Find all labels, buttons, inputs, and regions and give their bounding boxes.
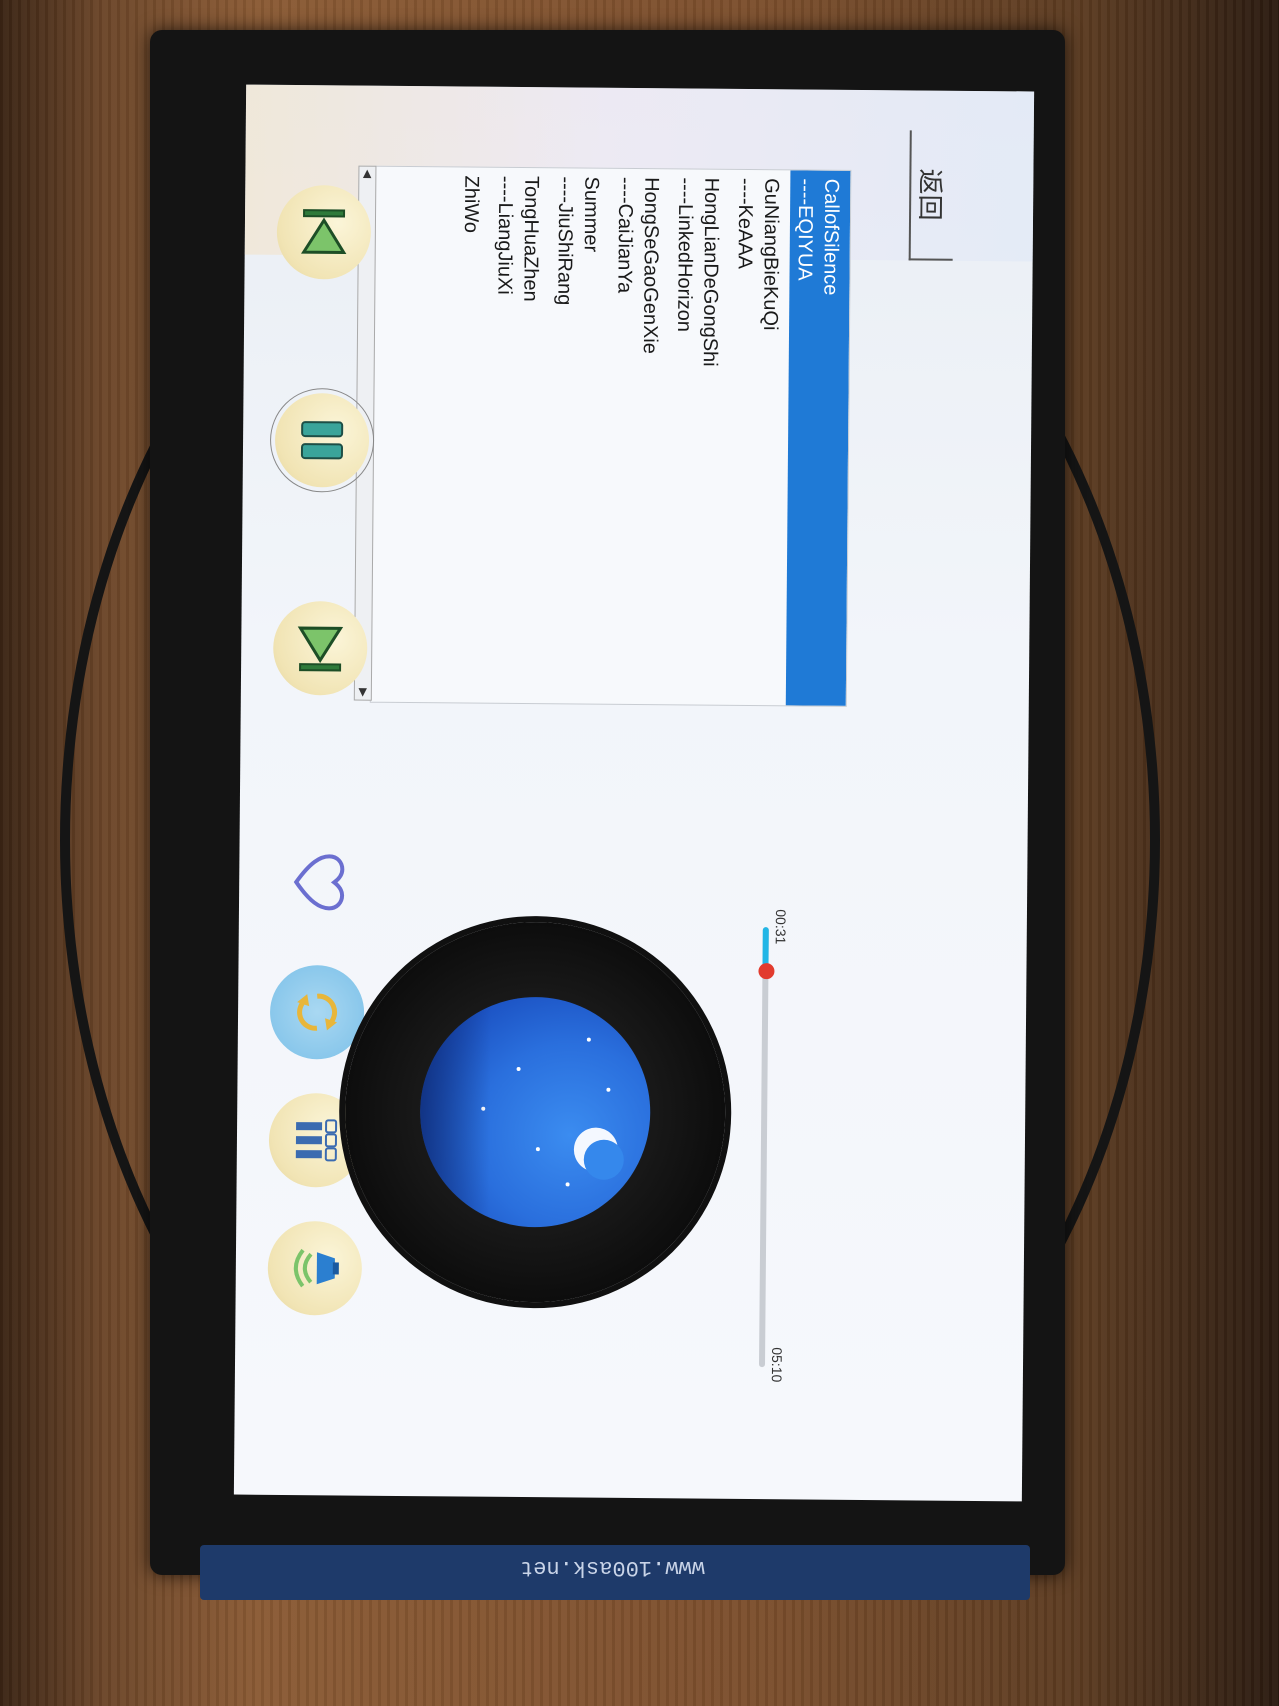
song-title: HongLianDeGongShi	[698, 177, 723, 367]
board-silkscreen: www.100ask.net	[520, 1555, 705, 1580]
song-artist: ----LiangJiuXi	[493, 175, 517, 295]
moon-shadow	[583, 1139, 624, 1180]
previous-track-icon	[300, 209, 347, 254]
playlist: CallofSilence ----EQIYUA GuNiangBieKuQi ---…	[369, 165, 852, 707]
favorite-button[interactable]	[271, 835, 366, 930]
playlist-item[interactable]: Summer ----JiuShiRang	[546, 168, 611, 704]
star	[606, 1087, 611, 1092]
current-time: 00:31	[772, 909, 789, 945]
song-artist: ----KeAAA	[733, 177, 757, 270]
total-time: 05:10	[768, 1347, 786, 1383]
album-art	[419, 996, 652, 1229]
scroll-right-icon[interactable]: ▶	[357, 688, 370, 697]
album-disc	[343, 920, 727, 1304]
playlist-item[interactable]: ZhiWo	[426, 167, 491, 703]
screen: 返回 CallofSilence ----EQIYUA GuNiangBieKuQi…	[233, 84, 1035, 1502]
song-title: Summer	[579, 176, 603, 253]
song-artist: ----EQIYUA	[793, 178, 817, 281]
volume-button[interactable]	[267, 1220, 363, 1316]
song-artist: ----JiuShiRang	[553, 176, 577, 306]
pause-icon	[300, 421, 344, 460]
previous-button[interactable]	[276, 184, 372, 280]
playlist-item[interactable]: HongSeGaoGenXie ----CaiJianYa	[606, 169, 671, 705]
speaker-icon	[293, 1248, 339, 1288]
next-button[interactable]	[272, 600, 368, 696]
pause-button[interactable]	[269, 387, 375, 493]
heart-icon	[293, 854, 345, 911]
song-title: CallofSilence	[819, 178, 843, 296]
song-title: ZhiWo	[459, 175, 483, 234]
progress-bar[interactable]	[758, 927, 775, 1368]
playlist-item[interactable]: TongHuaZhen ----LiangJiuXi	[486, 168, 551, 704]
star	[565, 1182, 570, 1187]
song-title: GuNiangBieKuQi	[759, 178, 783, 331]
star	[516, 1066, 521, 1072]
star	[586, 1037, 591, 1042]
song-title: HongSeGaoGenXie	[638, 177, 663, 355]
next-track-icon	[297, 626, 344, 672]
music-player-ui: 返回 CallofSilence ----EQIYUA GuNiangBieKuQi…	[234, 85, 1034, 1502]
skyline	[419, 996, 492, 1227]
playlist-item[interactable]: GuNiangBieKuQi ----KeAAA	[726, 170, 791, 706]
star	[535, 1147, 540, 1152]
playlist-item[interactable]: CallofSilence ----EQIYUA	[785, 170, 851, 706]
playlist-item[interactable]: HongLianDeGongShi ----LinkedHorizon	[666, 169, 731, 705]
progress-knob[interactable]	[758, 963, 775, 980]
scroll-left-icon[interactable]: ◀	[361, 170, 374, 179]
repeat-button[interactable]	[269, 964, 365, 1060]
song-artist: ----CaiJianYa	[613, 176, 637, 294]
playlist-icon	[295, 1119, 338, 1162]
song-artist: ----LinkedHorizon	[673, 177, 697, 333]
back-button[interactable]: 返回	[908, 130, 954, 261]
repeat-icon	[297, 993, 338, 1031]
song-title: TongHuaZhen	[519, 175, 543, 302]
